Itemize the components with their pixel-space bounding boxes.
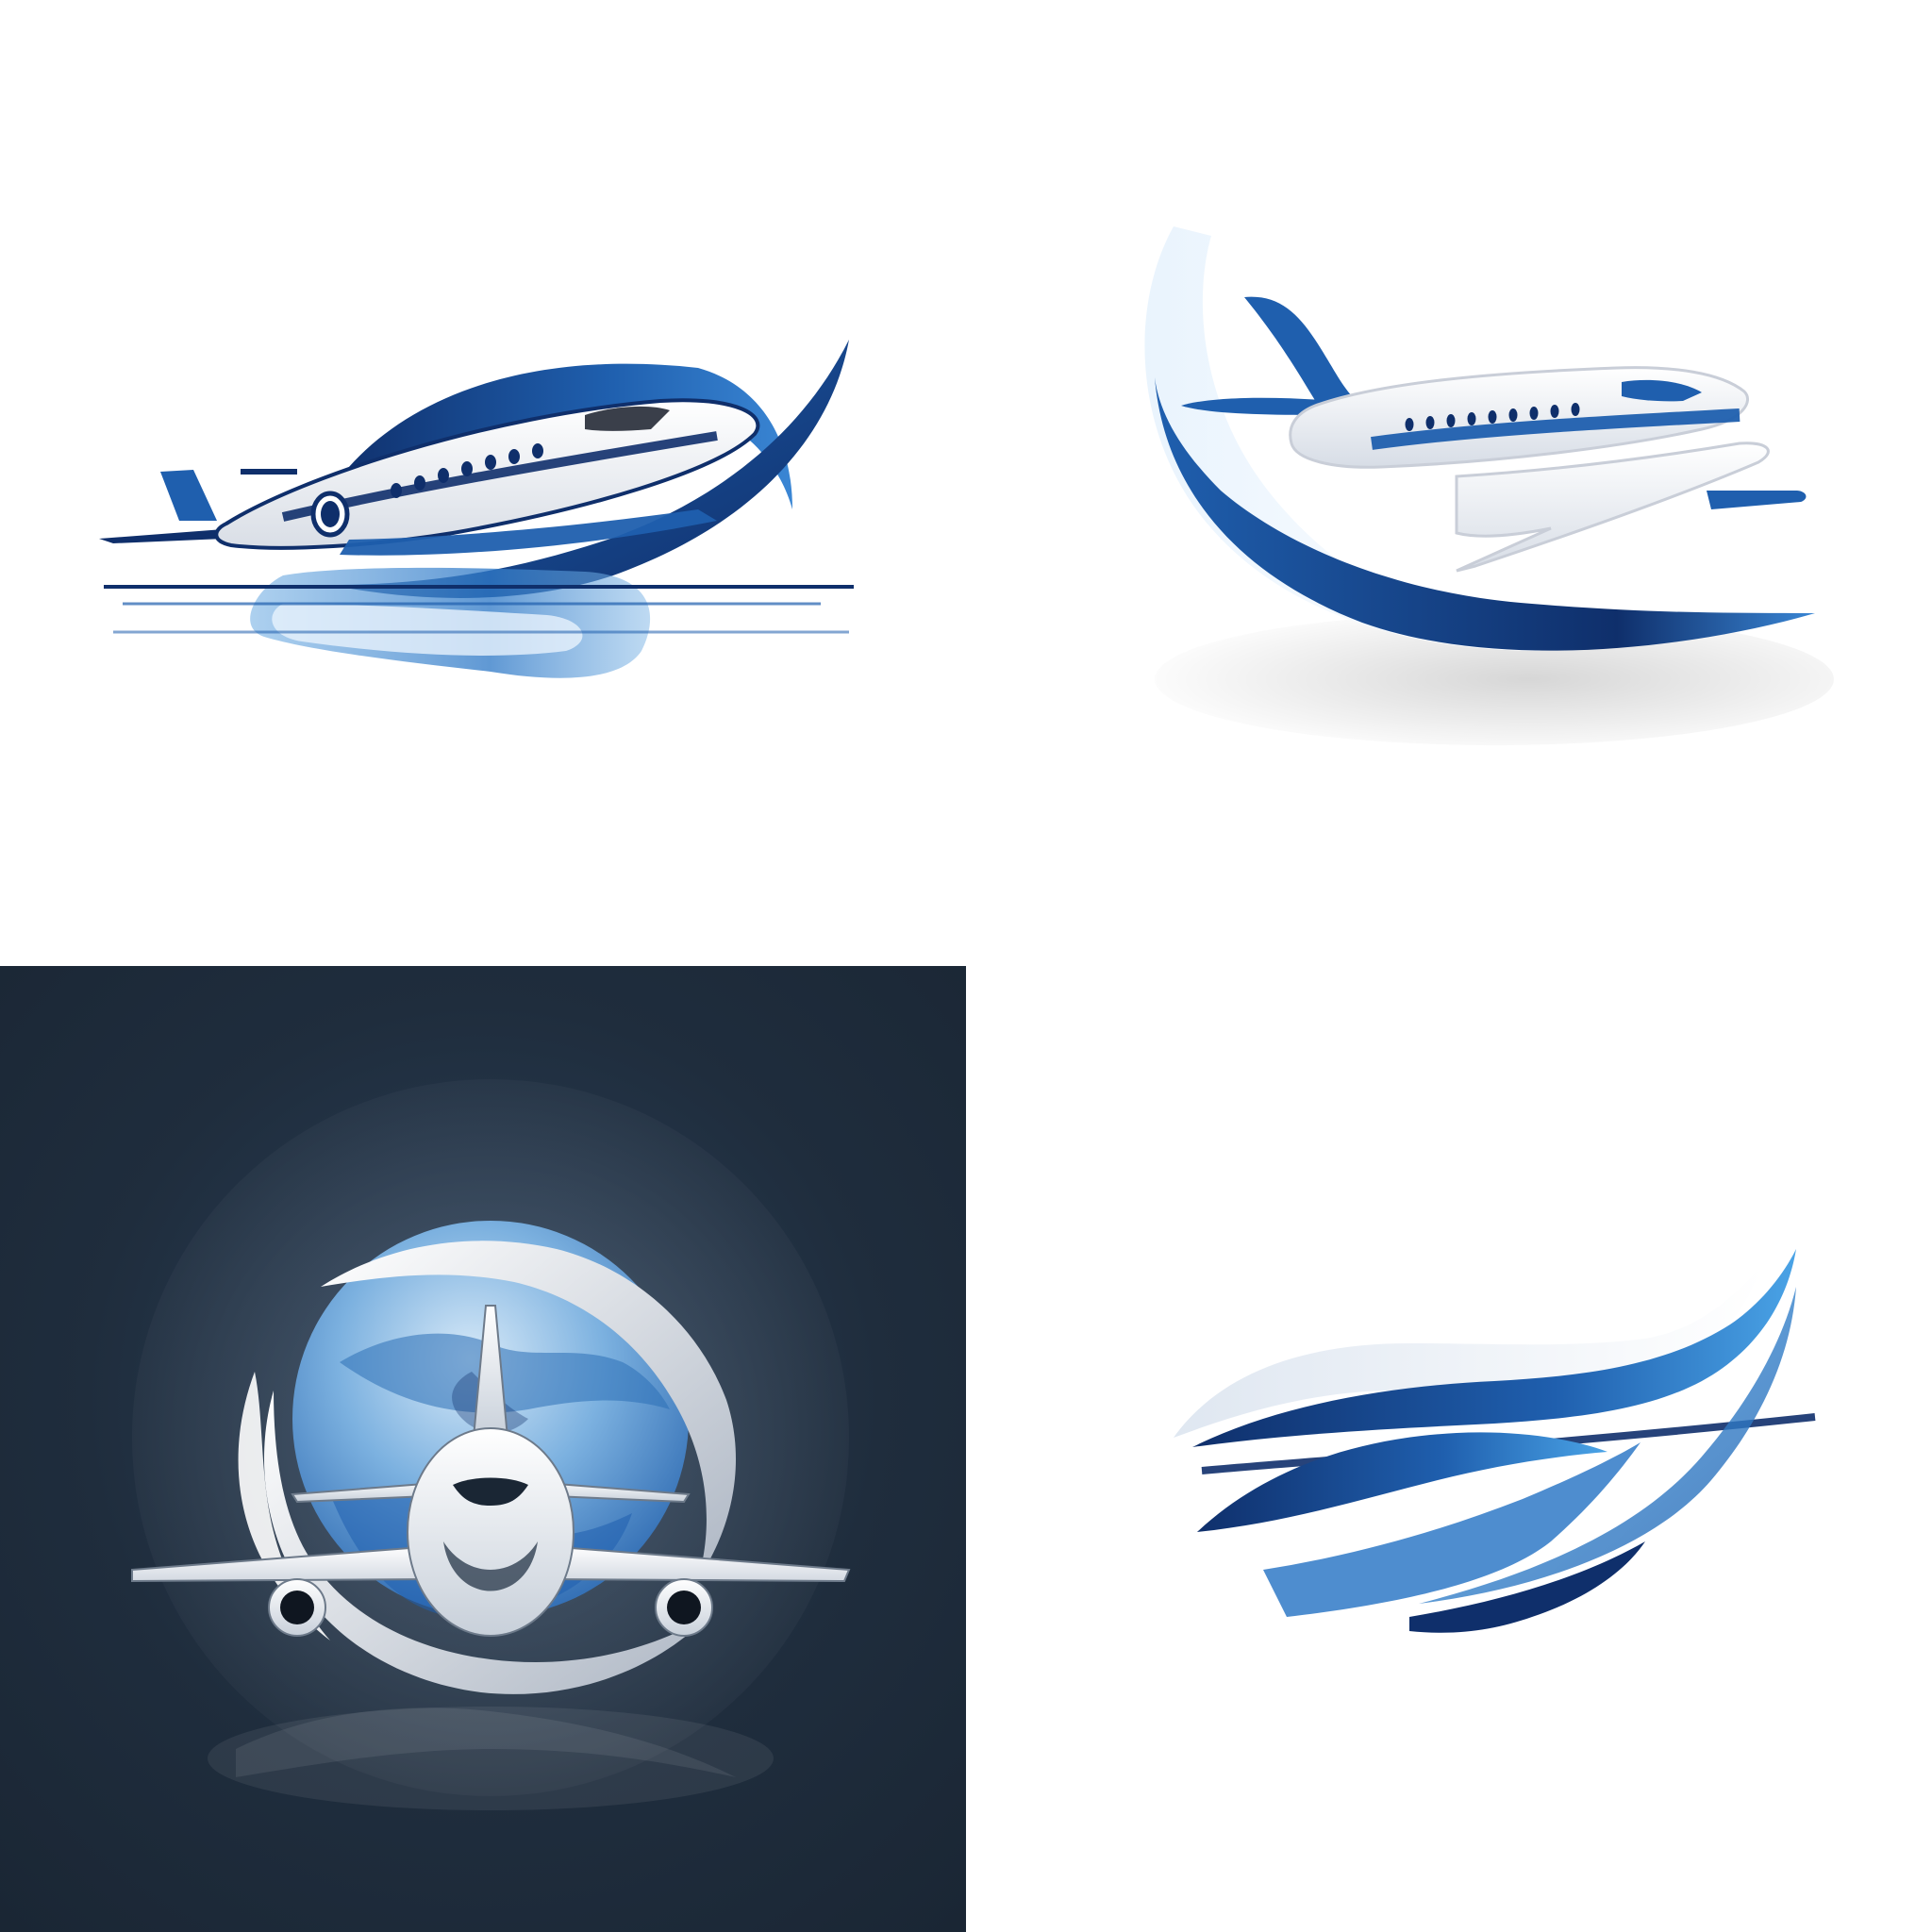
- airplane-arc-illustration: [1144, 226, 1834, 745]
- airplane-logo-concept-1: [0, 0, 966, 966]
- airplane-globe-illustration: [131, 1079, 851, 1810]
- logo-gallery: [0, 0, 1932, 1932]
- airplane-swoosh-illustration: [99, 340, 854, 678]
- airplane-logo-concept-3: [0, 966, 966, 1932]
- airplane-logo-concept-4: [966, 966, 1932, 1932]
- abstract-swoosh-illustration: [1174, 1249, 1816, 1633]
- airplane-logo-concept-2: [966, 0, 1932, 966]
